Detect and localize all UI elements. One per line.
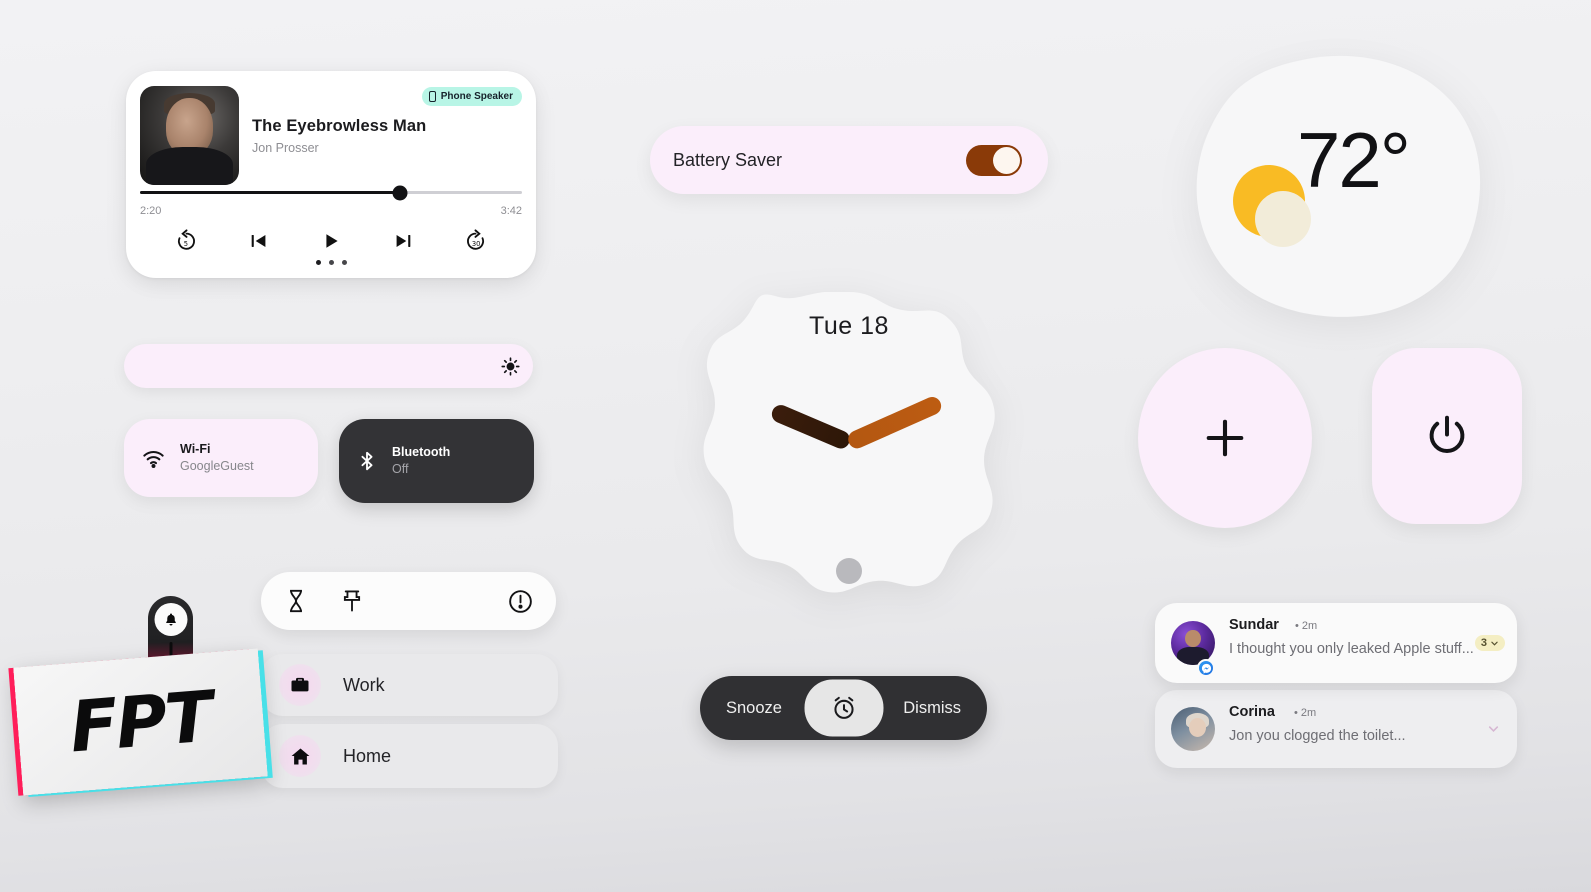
bluetooth-text-block: Bluetooth Off [392,444,450,478]
quick-toolbar [261,572,556,630]
media-progress-slider[interactable] [140,185,522,200]
notification-time: • 2m [1294,707,1317,719]
progress-fill [140,191,400,194]
phone-icon [428,91,436,102]
hourglass-icon[interactable] [283,588,309,614]
pin-icon[interactable] [339,588,365,614]
home-icon [279,735,321,777]
chevron-down-icon [1491,641,1498,646]
notification-card[interactable]: Corina • 2m Jon you clogged the toilet..… [1155,690,1517,768]
notification-message: I thought you only leaked Apple stuff... [1229,641,1474,657]
dismiss-button[interactable]: Dismiss [903,699,961,718]
media-player-card[interactable]: Phone Speaker The Eyebrowless Man Jon Pr… [126,71,536,278]
progress-track [140,185,522,200]
bluetooth-icon [361,451,373,471]
play-icon[interactable] [314,224,348,258]
toggle-knob [993,146,1020,174]
notification-card[interactable]: Sundar • 2m I thought you only leaked Ap… [1155,603,1517,683]
alarm-clock-button[interactable] [804,679,883,737]
alarm-clock-icon [833,696,854,719]
notification-sender: Sundar [1229,617,1279,633]
output-device-chip[interactable]: Phone Speaker [421,87,522,106]
battery-saver-label: Battery Saver [673,149,783,170]
album-art [140,86,239,185]
home-label: Home [343,745,392,766]
bell-icon [154,603,187,636]
power-button[interactable] [1372,348,1522,524]
forward-30-icon[interactable]: 30 [458,224,492,258]
media-controls: 5 30 [170,224,492,258]
wifi-text-block: Wi-Fi GoogleGuest [180,441,254,475]
svg-text:5: 5 [184,240,188,248]
work-label: Work [343,674,385,695]
bluetooth-state: Off [392,462,409,476]
output-device-label: Phone Speaker [440,91,513,102]
clock-bottom-dot[interactable] [836,558,862,584]
track-artist: Jon Prosser [252,141,319,155]
fpt-watermark: FPT [13,648,268,796]
bluetooth-label: Bluetooth [392,445,451,460]
home-row[interactable]: Home [261,724,558,788]
brightness-slider[interactable] [124,344,533,388]
notification-sender: Corina [1229,704,1275,720]
wallpaper-canvas: Phone Speaker The Eyebrowless Man Jon Pr… [0,0,1591,892]
bluetooth-tile[interactable]: Bluetooth Off [339,419,534,503]
sun-behind-cloud-icon [1233,165,1315,247]
messenger-icon [1197,659,1215,677]
notification-message: Jon you clogged the toilet... [1229,728,1406,744]
notification-count-badge[interactable]: 3 [1474,635,1505,651]
clock-date: Tue 18 [809,312,889,340]
chevron-down-icon[interactable] [1487,723,1500,736]
plus-icon [1206,419,1244,457]
weather-widget[interactable]: 72° [1187,55,1485,318]
wifi-icon [143,450,164,468]
svg-text:30: 30 [472,240,481,248]
fpt-logo-text: FPT [67,675,214,769]
page-dot-active [315,260,321,265]
elapsed-time: 2:20 [140,205,162,217]
wifi-network-name: GoogleGuest [180,459,254,473]
battery-saver-toggle[interactable] [966,144,1022,176]
add-button[interactable] [1138,348,1312,528]
next-track-icon[interactable] [386,224,420,258]
total-time: 3:42 [500,205,522,217]
page-dot [341,260,347,265]
alarm-action-bar: Snooze Dismiss [700,676,987,740]
brightness-icon [501,356,520,376]
wifi-tile[interactable]: Wi-Fi GoogleGuest [124,419,318,497]
battery-saver-card[interactable]: Battery Saver [650,126,1048,194]
progress-knob[interactable] [392,185,408,200]
page-indicator-dots[interactable] [126,260,536,265]
briefcase-icon [279,664,321,706]
work-row[interactable]: Work [261,654,558,716]
clock-widget[interactable]: Tue 18 [694,290,1004,595]
power-icon [1429,415,1465,454]
snooze-button[interactable]: Snooze [726,699,782,718]
notification-count: 3 [1480,637,1487,649]
replay-5-icon[interactable]: 5 [170,224,204,258]
wifi-label: Wi-Fi [180,442,211,457]
track-title: The Eyebrowless Man [252,117,427,135]
notification-time: • 2m [1295,620,1318,632]
previous-track-icon[interactable] [242,224,276,258]
page-dot [328,260,334,265]
avatar [1171,707,1215,751]
alert-circle-icon[interactable] [507,588,534,615]
